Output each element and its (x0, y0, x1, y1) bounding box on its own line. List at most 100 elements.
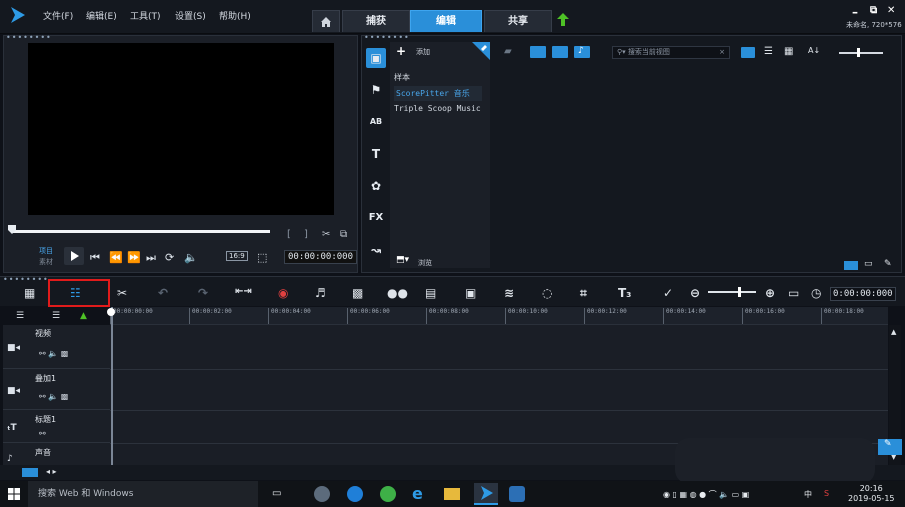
track-title[interactable]: ₜT 标题1 ⚯ (3, 411, 110, 443)
edit-icon[interactable]: ✎ (884, 259, 892, 269)
timeline-timecode[interactable]: 0:00:00:000 (830, 287, 896, 301)
zoom-in-icon[interactable]: ⊕ (765, 286, 775, 300)
thumbnail-view-icon[interactable]: ▦ (784, 46, 793, 57)
zoom-slider-knob[interactable] (738, 287, 741, 297)
ime-indicator[interactable]: 中 (804, 489, 812, 500)
mode-project[interactable]: 项目 (39, 246, 53, 256)
clear-search-icon[interactable]: × (719, 47, 725, 58)
library-search-input[interactable]: ⚲▾ 搜索当前视图 × (612, 46, 730, 59)
enlarge-preview-icon[interactable]: ⧉ (340, 229, 347, 240)
timeline-grip[interactable]: •••••••• (3, 275, 49, 284)
mark-out-icon[interactable]: ] (304, 229, 308, 240)
auto-music-icon[interactable]: ▩ (352, 286, 363, 300)
mask-creator-icon[interactable]: ◌ (542, 286, 552, 300)
tools-icon[interactable]: ✂ (117, 286, 127, 300)
windows-start-icon[interactable] (8, 488, 20, 500)
player-timecode[interactable]: 00:00:00:000 (284, 250, 358, 264)
aspect-ratio-dropdown[interactable]: 16:9 (226, 251, 248, 261)
list-view-button[interactable] (741, 47, 755, 58)
split-clip-icon[interactable]: ✂ (322, 229, 330, 240)
restore-button[interactable]: ⧉ (870, 5, 877, 16)
pin-icon[interactable] (472, 42, 490, 60)
preview-window[interactable] (28, 43, 334, 215)
record-capture-icon[interactable]: ◉ (278, 286, 288, 300)
fx-filter-icon[interactable]: FX (366, 208, 386, 228)
add-icon[interactable]: + (396, 44, 406, 58)
track-controls[interactable]: ⚯ 🔈 ▩ (39, 349, 68, 358)
prev-frame-icon[interactable]: ⏪ (109, 251, 123, 264)
browse-icon[interactable]: ⬒▾ (396, 255, 409, 265)
menu-settings[interactable]: 设置(S) (175, 9, 206, 22)
add-chapter-icon[interactable]: ☰ (52, 311, 60, 321)
layout-icon[interactable]: ▭ (864, 259, 873, 269)
go-end-icon[interactable]: ⏭ (146, 251, 156, 265)
play-button[interactable] (64, 247, 84, 265)
go-start-icon[interactable]: ⏮ (90, 251, 100, 265)
tab-capture[interactable]: 捕获 (342, 10, 410, 32)
overlay-track-lane[interactable] (110, 370, 888, 411)
close-button[interactable]: ✕ (887, 5, 895, 16)
menu-help[interactable]: 帮助(H) (219, 9, 251, 22)
pan-zoom-icon[interactable]: ⌗ (580, 286, 587, 301)
timeline-ruler[interactable]: 00:00:00:00 00:00:02:00 00:00:04:00 00:0… (110, 307, 888, 325)
slider-knob[interactable] (857, 48, 860, 57)
chapter-marker-icon[interactable]: ▲ (80, 311, 87, 321)
track-overlay[interactable]: ■◂ 叠加1 ⚯ 🔈 ▩ (3, 370, 110, 410)
3d-title-icon[interactable]: T₃ (618, 286, 631, 300)
playhead-knob[interactable] (107, 308, 115, 316)
menu-edit[interactable]: 编辑(E) (86, 9, 117, 22)
videostudio-taskbar-icon[interactable] (474, 483, 498, 505)
scrub-bar[interactable] (12, 230, 270, 233)
panel-grip[interactable]: •••••••• (6, 33, 52, 42)
library-item-scorepitter[interactable]: ScorePitter 音乐 (394, 86, 482, 101)
taskbar-search-input[interactable]: 搜索 Web 和 Windows (28, 481, 258, 507)
file-explorer-icon[interactable] (444, 488, 460, 500)
tab-share[interactable]: 共享 (484, 10, 552, 32)
mode-clip[interactable]: 素材 (39, 257, 53, 267)
home-tab[interactable] (312, 10, 340, 32)
volume-icon[interactable]: 🔈 (184, 251, 198, 264)
audio-mixer-icon[interactable]: ♬ (315, 286, 326, 300)
media-icon[interactable]: ▣ (366, 48, 386, 68)
next-frame-icon[interactable]: ⏩ (127, 251, 141, 264)
clock-icon[interactable]: ◷ (811, 286, 821, 300)
library-item-samples[interactable]: 样本 (394, 72, 410, 83)
browse-label[interactable]: 浏览 (418, 258, 432, 268)
multi-trim-icon[interactable]: ▣ (465, 286, 476, 300)
track-video[interactable]: ■◂ 视频 ⚯ 🔈 ▩ (3, 325, 110, 369)
library-item-triple-scoop[interactable]: Triple Scoop Music (394, 104, 481, 113)
tray-s-icon[interactable]: S (824, 489, 829, 498)
scroll-left-right-icon[interactable]: ◂ ▸ (46, 467, 57, 476)
tab-edit[interactable]: 编辑 (410, 10, 482, 32)
folder-icon[interactable]: ▰ (504, 46, 512, 57)
show-audio-button[interactable]: ♪ (574, 46, 590, 58)
library-grip[interactable]: •••••••• (364, 33, 410, 42)
menu-tools[interactable]: 工具(T) (130, 9, 161, 22)
subtitle-editor-icon[interactable]: ▤ (425, 286, 436, 300)
undo-icon[interactable]: ↶ (158, 286, 168, 300)
tray-icons[interactable]: ◉ ▯ ▦ ◍ ● ⌒ 🔈 ▭ ▣ (663, 489, 749, 500)
details-view-icon[interactable]: ☰ (764, 46, 773, 57)
upload-arrow-icon[interactable] (557, 13, 569, 26)
app-vs-icon[interactable] (509, 486, 525, 502)
app-k-icon[interactable] (347, 486, 363, 502)
track-controls[interactable]: ⚯ 🔈 ▩ (39, 392, 68, 401)
graphics-icon[interactable]: ✿ (366, 176, 386, 196)
add-folder-label[interactable]: 添加 (416, 47, 430, 57)
zoom-slider[interactable] (708, 291, 756, 293)
fit-project-icon[interactable]: ▭ (788, 286, 799, 300)
app-paint-icon[interactable] (314, 486, 330, 502)
video-track-lane[interactable] (110, 325, 888, 370)
playhead[interactable] (111, 307, 113, 465)
mark-in-icon[interactable]: [ (287, 229, 291, 240)
transition-icon[interactable]: AB (366, 112, 386, 132)
ie-browser-icon[interactable]: e (412, 484, 423, 503)
instant-project-icon[interactable]: ⚑ (366, 80, 386, 100)
taskbar-clock[interactable]: 20:16 2019-05-15 (848, 484, 895, 504)
motion-tracking-icon[interactable]: ●● (387, 286, 408, 300)
track-manager-icon[interactable]: ☰ (16, 311, 24, 321)
fit-icon[interactable]: ⇤⇥ (235, 286, 252, 297)
crop-icon[interactable]: ⬚ (257, 251, 267, 264)
track-voice[interactable]: ♪ 声音 (3, 444, 110, 465)
collapse-button[interactable]: ✎ (878, 439, 902, 455)
